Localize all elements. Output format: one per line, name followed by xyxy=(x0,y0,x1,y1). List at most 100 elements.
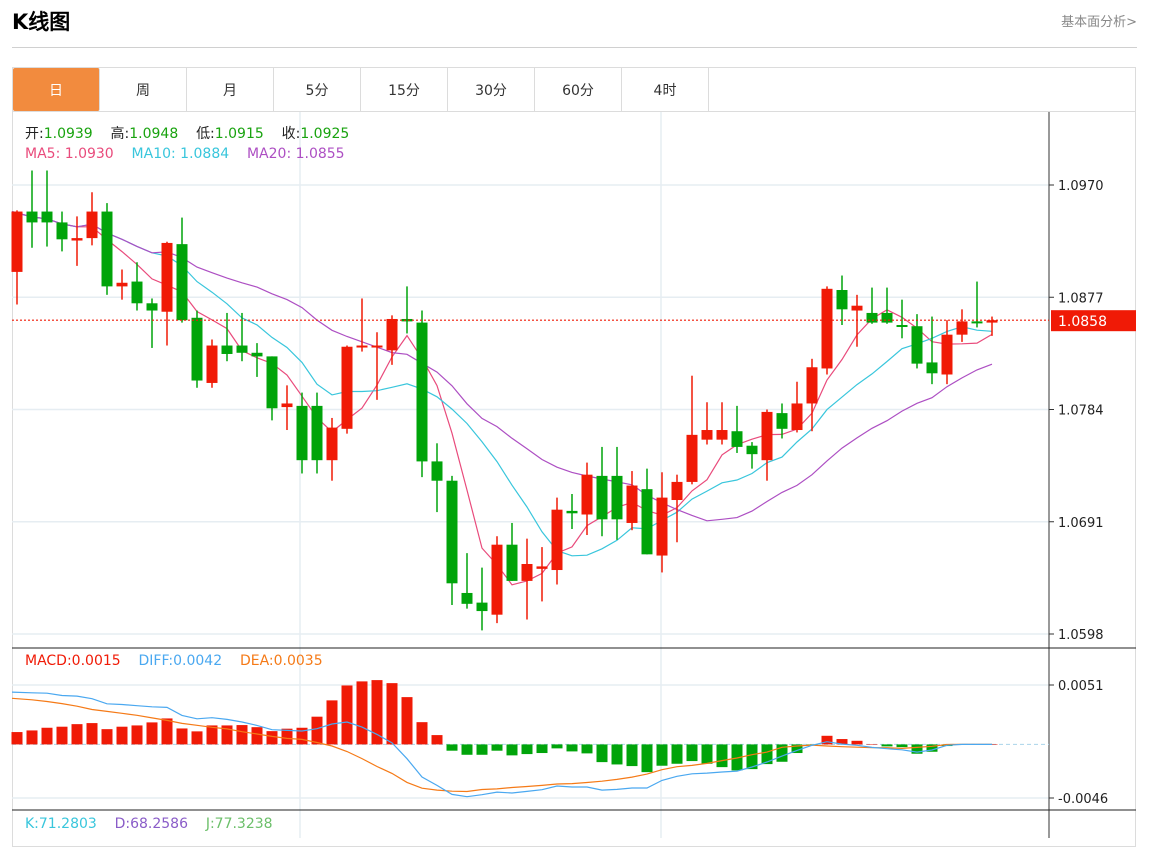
candle-body xyxy=(461,592,473,604)
open-value: 1.0939 xyxy=(43,126,93,142)
candle xyxy=(926,316,938,385)
candle xyxy=(731,405,743,453)
candle xyxy=(26,170,38,248)
candle xyxy=(281,385,293,431)
macd-bar xyxy=(881,744,893,747)
macd-bar xyxy=(536,744,548,754)
candle-body xyxy=(71,238,83,241)
macd-bar xyxy=(71,724,83,745)
candle xyxy=(161,241,173,346)
macd-bar xyxy=(581,744,593,754)
price-tick-label: 1.0691 xyxy=(1058,516,1104,531)
candle xyxy=(386,315,398,365)
candle xyxy=(521,538,533,620)
candle xyxy=(446,475,458,606)
candle-body xyxy=(356,345,368,348)
candle-body xyxy=(86,211,98,239)
macd-bar xyxy=(521,744,533,755)
candle xyxy=(956,309,968,342)
candle xyxy=(581,462,593,536)
macd-bar xyxy=(101,729,113,745)
candle-body xyxy=(191,317,203,381)
candle-body xyxy=(26,211,38,223)
candle xyxy=(641,468,653,555)
macd-bar xyxy=(266,731,278,745)
candle xyxy=(296,392,308,474)
candle xyxy=(761,409,773,481)
candle-body xyxy=(371,345,383,348)
low-label: 低: xyxy=(196,126,215,142)
candle-body xyxy=(446,480,458,584)
candle-body xyxy=(671,481,683,501)
candle-body xyxy=(281,403,293,408)
candle xyxy=(791,381,803,433)
candle xyxy=(341,345,353,434)
price-tick-label: 1.0784 xyxy=(1058,404,1104,419)
candle-body xyxy=(311,405,323,461)
macd-bar xyxy=(56,726,68,745)
candle-body xyxy=(626,485,638,523)
candle-body xyxy=(11,211,23,272)
candle-body xyxy=(266,356,278,409)
price-tick-label: 1.0970 xyxy=(1058,179,1104,194)
candle-body xyxy=(611,475,623,520)
candle xyxy=(116,269,128,300)
candle-body xyxy=(566,510,578,514)
macd-bar xyxy=(356,681,368,745)
candle-body xyxy=(716,430,728,440)
candle xyxy=(491,536,503,624)
candle xyxy=(431,443,443,513)
candle-body xyxy=(536,566,548,569)
macd-bar xyxy=(491,744,503,751)
candle-body xyxy=(161,242,173,312)
ma20-line xyxy=(11,211,993,522)
macd-bar xyxy=(551,744,563,749)
close-value: 1.0925 xyxy=(300,126,350,142)
candle xyxy=(551,497,563,585)
candle xyxy=(146,298,158,348)
macd-bar xyxy=(686,744,698,762)
candle xyxy=(536,547,548,602)
candle xyxy=(506,522,518,581)
last-price-label: 1.0858 xyxy=(1058,314,1107,330)
macd-bar xyxy=(896,744,908,748)
candle-body xyxy=(866,312,878,323)
candle-body xyxy=(251,352,263,357)
ma20-legend: MA20: 1.0855 xyxy=(246,146,345,162)
candle xyxy=(656,472,668,573)
candle-body xyxy=(521,563,533,581)
candle xyxy=(71,216,83,266)
ohlc-legend: 开:1.0939 高:1.0948 低:1.0915 收:1.0925 xyxy=(25,123,349,143)
open-label: 开: xyxy=(25,126,44,142)
candle xyxy=(266,356,278,421)
macd-bar xyxy=(851,740,863,745)
candle-body xyxy=(116,282,128,287)
macd-bar xyxy=(476,744,488,755)
ma5-line xyxy=(11,211,993,586)
candle xyxy=(416,310,428,478)
candle xyxy=(596,446,608,537)
macd-bar xyxy=(326,700,338,745)
candle-body xyxy=(821,288,833,369)
candle xyxy=(461,553,473,609)
macd-legend: MACD:0.0015 DIFF:0.0042 DEA:0.0035 xyxy=(25,653,323,669)
macd-bar xyxy=(341,685,353,745)
macd-bar xyxy=(461,744,473,755)
candle-body xyxy=(401,318,413,322)
macd-bar xyxy=(866,744,878,745)
candle xyxy=(251,343,263,377)
candle xyxy=(326,417,338,481)
candle xyxy=(686,375,698,485)
candle-body xyxy=(416,322,428,462)
candle xyxy=(41,170,53,247)
candle-body xyxy=(386,318,398,351)
diff-legend-value: DIFF:0.0042 xyxy=(138,653,223,669)
macd-bar xyxy=(161,718,173,745)
kdj-legend: K:71.2803 D:68.2586 J:77.3238 xyxy=(25,816,273,832)
macd-bar xyxy=(386,683,398,745)
candle xyxy=(206,339,218,388)
ma5-legend: MA5: 1.0930 xyxy=(25,146,114,162)
candle-body xyxy=(806,367,818,404)
candle-body xyxy=(881,312,893,323)
candle-body xyxy=(791,403,803,431)
